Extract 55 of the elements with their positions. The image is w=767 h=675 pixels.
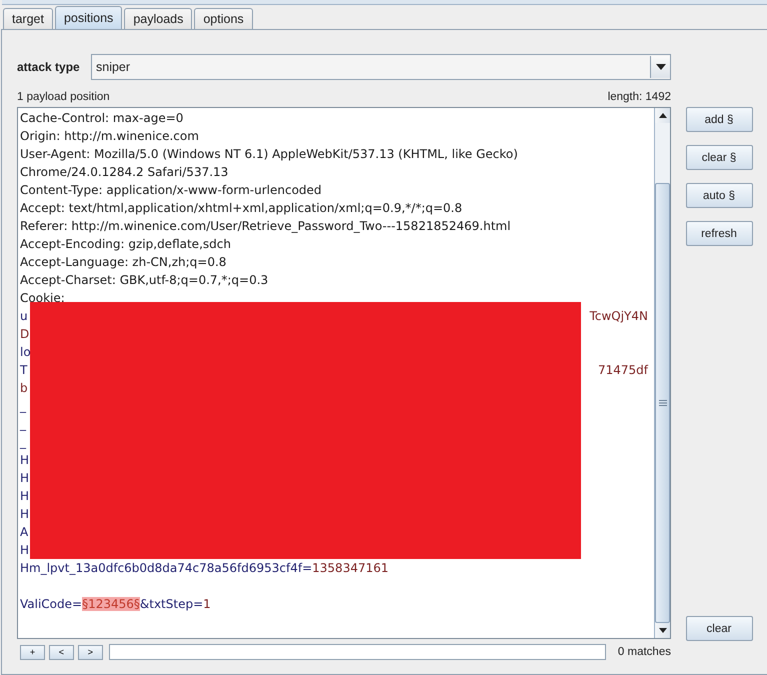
search-nav-button[interactable]: + [20, 644, 45, 660]
caret-icon [656, 64, 666, 70]
scroll-down-icon [658, 628, 666, 633]
request-line: Hm_lpvt_13a0dfc6b0d8da74c78a56fd6953cf4f=1358347161 [20, 561, 389, 575]
request-line: H [20, 507, 30, 521]
request-line: Accept: text/html,application/xhtml+xml,application/xml;q=0.9,*/*;q=0.8 [20, 201, 462, 215]
search-nav-button[interactable]: < [48, 644, 74, 660]
dropdown-value: sniper [95, 60, 132, 74]
request-line-fragment: 71475df [598, 363, 648, 377]
clear-button[interactable]: clear [686, 616, 752, 641]
scroll-up-icon [658, 113, 666, 118]
vertical-scrollbar[interactable] [654, 108, 670, 638]
request-line: H [20, 489, 30, 503]
request-line: Accept-Encoding: gzip,deflate,sdch [20, 237, 231, 251]
request-line: u [20, 309, 28, 323]
search-field[interactable] [108, 644, 606, 660]
request-line: ValiCode=§123456§&txtStep=1 [20, 597, 211, 611]
request-line: Referer: http://m.winenice.com/User/Retrieve_Password_Two---15821852469.html [20, 219, 511, 233]
request-line: Cookie: [20, 291, 65, 305]
request-line: D [20, 327, 30, 341]
request-line-fragment: TcwQjY4N [590, 309, 648, 323]
request-line: Accept-Language: zh-CN,zh;q=0.8 [20, 255, 226, 269]
tab[interactable]: positions [54, 6, 122, 29]
tab[interactable]: options [194, 8, 253, 29]
position-button[interactable]: add § [686, 107, 752, 132]
request-line: Origin: http://m.winenice.com [20, 129, 199, 143]
request-line: Chrome/24.0.1284.2 Safari/537.13 [20, 165, 228, 179]
request-line: A [20, 525, 28, 539]
length-label: length: 1492 [608, 91, 671, 103]
attack-type-dropdown[interactable]: sniper [91, 54, 671, 80]
grip-icon [658, 400, 666, 406]
request-line: User-Agent: Mozilla/5.0 (Windows NT 6.1) AppleWebKit/537.13 (KHTML, like Gecko) [20, 147, 518, 161]
request-line: _ [20, 417, 26, 431]
dropdown-arrow-button[interactable] [650, 56, 670, 78]
attack-type-label: attack type [17, 60, 81, 74]
request-line: Cache-Control: max-age=0 [20, 111, 184, 125]
request-line: H [20, 471, 30, 485]
request-line: _ [20, 399, 26, 413]
search-nav-button[interactable]: > [78, 644, 103, 660]
request-editor[interactable] [17, 107, 671, 639]
request-line: b [20, 381, 28, 395]
request-line: H [20, 453, 30, 467]
position-button[interactable]: refresh [686, 221, 752, 246]
match-count: 0 matches [618, 646, 671, 658]
request-line: lo [20, 345, 31, 359]
tab[interactable]: payloads [124, 8, 192, 29]
request-line: T [20, 363, 28, 377]
request-line: Content-Type: application/x-www-form-urlencoded [20, 183, 322, 197]
position-button[interactable]: clear § [686, 145, 752, 170]
position-button[interactable]: auto § [686, 183, 752, 208]
request-line: Accept-Charset: GBK,utf-8;q=0.7,*;q=0.3 [20, 273, 268, 287]
tab[interactable]: target [3, 8, 53, 29]
request-line: _ [20, 435, 26, 449]
request-line: H [20, 543, 30, 557]
payload-position-count: 1 payload position [17, 91, 110, 103]
